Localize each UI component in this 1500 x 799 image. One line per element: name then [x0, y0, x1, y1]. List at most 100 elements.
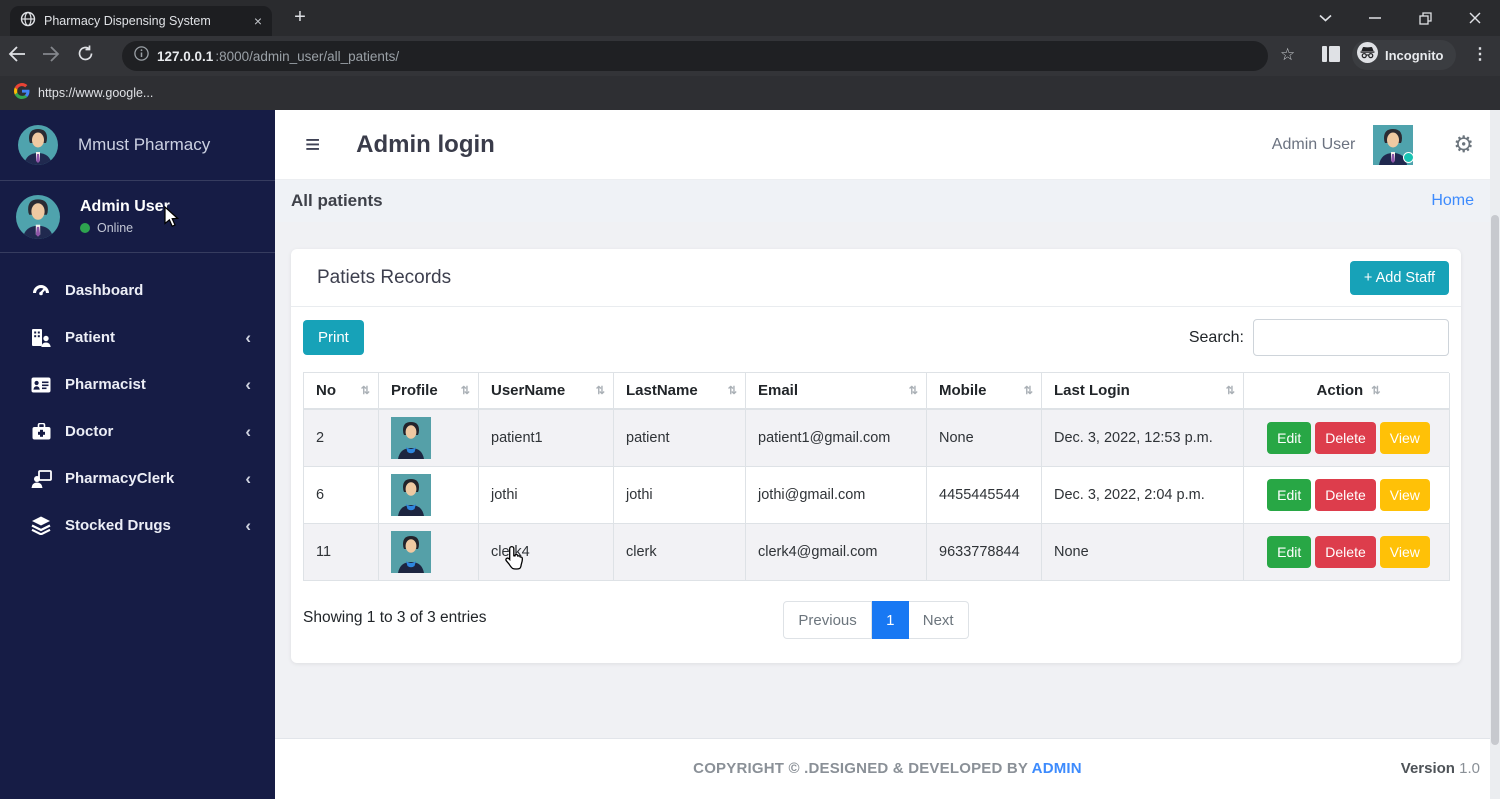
search-input[interactable]: [1253, 319, 1449, 356]
window-chevron-icon[interactable]: [1300, 0, 1350, 36]
sidebar-item-patient[interactable]: Patient ‹: [0, 314, 275, 361]
online-status-dot: [80, 223, 90, 233]
search-label: Search:: [1188, 328, 1244, 346]
profile-photo: [391, 474, 431, 516]
cell-lastname: jothi: [614, 467, 746, 524]
hamburger-icon[interactable]: ≡: [305, 129, 320, 160]
new-tab-button[interactable]: +: [286, 4, 314, 32]
page-info-icon[interactable]: [134, 46, 149, 66]
page-scrollbar[interactable]: [1490, 110, 1500, 799]
edit-button[interactable]: Edit: [1267, 536, 1312, 568]
footer-admin-link[interactable]: ADMIN: [1032, 760, 1082, 777]
brand-name: Mmust Pharmacy: [78, 135, 211, 154]
window-close-icon[interactable]: [1450, 0, 1500, 36]
forward-icon[interactable]: [34, 45, 68, 67]
hospital-user-icon: [30, 328, 52, 347]
sidebar-user: Admin User Online: [0, 181, 275, 253]
bookmark-item[interactable]: https://www.google...: [38, 86, 153, 100]
sidebar-item-label: Doctor: [65, 423, 114, 440]
bookmark-star-icon[interactable]: ☆: [1280, 45, 1295, 65]
breadcrumb-home-link[interactable]: Home: [1431, 192, 1474, 210]
back-icon[interactable]: [0, 45, 34, 67]
column-header-no[interactable]: No ⇅: [304, 373, 379, 410]
browser-toolbar: 127.0.0.1:8000/admin_user/all_patients/ …: [0, 36, 1500, 76]
header-avatar[interactable]: [1373, 124, 1415, 165]
cell-username: patient1: [479, 410, 614, 467]
edit-button[interactable]: Edit: [1267, 479, 1312, 511]
url-bar[interactable]: 127.0.0.1:8000/admin_user/all_patients/: [122, 41, 1268, 71]
main-content: ≡ Admin login Admin User ⚙ All patients …: [275, 110, 1500, 799]
delete-button[interactable]: Delete: [1315, 536, 1376, 568]
chevron-left-icon: ‹: [245, 515, 251, 535]
pagination-next[interactable]: Next: [908, 601, 969, 639]
sidebar-item-pharmacyclerk[interactable]: PharmacyClerk ‹: [0, 455, 275, 502]
sidebar-item-label: Patient: [65, 329, 116, 346]
side-panel-icon[interactable]: [1322, 46, 1340, 67]
sidebar-item-label: Stocked Drugs: [65, 517, 171, 534]
column-header-lastlogin[interactable]: Last Login ⇅: [1042, 373, 1244, 410]
delete-button[interactable]: Delete: [1315, 479, 1376, 511]
sort-icon: ⇅: [595, 385, 605, 397]
tab-close-icon[interactable]: ×: [254, 13, 262, 29]
browser-menu-icon[interactable]: ⋮: [1472, 44, 1488, 64]
gear-icon[interactable]: ⚙: [1453, 131, 1474, 158]
chevron-left-icon: ‹: [245, 327, 251, 347]
card-title: Patiets Records: [317, 266, 452, 288]
cell-lastlogin: Dec. 3, 2022, 2:04 p.m.: [1042, 467, 1244, 524]
cell-no: 6: [304, 467, 379, 524]
sort-icon: ⇅: [1023, 385, 1033, 397]
bookmarks-bar: https://www.google...: [0, 76, 1500, 110]
pagination-page-1[interactable]: 1: [871, 601, 909, 639]
sidebar-brand[interactable]: Mmust Pharmacy: [0, 110, 275, 181]
delete-button[interactable]: Delete: [1315, 422, 1376, 454]
dashboard-icon: [30, 282, 52, 300]
sort-icon: ⇅: [908, 385, 918, 397]
view-button[interactable]: View: [1379, 536, 1430, 568]
cell-profile: [379, 467, 479, 524]
view-button[interactable]: View: [1379, 422, 1430, 454]
column-header-lastname[interactable]: LastName ⇅: [614, 373, 746, 410]
column-header-action[interactable]: Action ⇅: [1244, 373, 1450, 410]
add-staff-button[interactable]: + Add Staff: [1349, 260, 1449, 295]
table-row: 11 clerk4 clerk clerk4@gmail.com 9633778…: [304, 524, 1450, 581]
cell-email: clerk4@gmail.com: [746, 524, 927, 581]
window-restore-icon[interactable]: [1400, 0, 1450, 36]
reload-icon[interactable]: [68, 45, 102, 67]
pagination-previous[interactable]: Previous: [783, 601, 872, 639]
cell-email: jothi@gmail.com: [746, 467, 927, 524]
scrollbar-thumb[interactable]: [1491, 215, 1499, 745]
chevron-left-icon: ‹: [245, 421, 251, 441]
print-button[interactable]: Print: [303, 320, 364, 355]
browser-tab[interactable]: Pharmacy Dispensing System ×: [10, 6, 272, 36]
column-header-mobile[interactable]: Mobile ⇅: [927, 373, 1042, 410]
cell-profile: [379, 410, 479, 467]
incognito-badge: Incognito: [1352, 40, 1456, 70]
cell-lastlogin: Dec. 3, 2022, 12:53 p.m.: [1042, 410, 1244, 467]
id-card-icon: [30, 377, 52, 393]
profile-photo: [391, 531, 431, 573]
column-header-profile[interactable]: Profile ⇅: [379, 373, 479, 410]
page-title: Admin login: [356, 130, 495, 158]
column-header-username[interactable]: UserName ⇅: [479, 373, 614, 410]
sidebar-item-pharmacist[interactable]: Pharmacist ‹: [0, 361, 275, 408]
sidebar-item-dashboard[interactable]: Dashboard: [0, 267, 275, 314]
column-header-email[interactable]: Email ⇅: [746, 373, 927, 410]
sidebar-item-doctor[interactable]: Doctor ‹: [0, 408, 275, 455]
sort-icon: ⇅: [460, 385, 470, 397]
cell-lastlogin: None: [1042, 524, 1244, 581]
header-online-dot: [1403, 151, 1415, 163]
brand-avatar: [18, 125, 58, 165]
cell-lastname: patient: [614, 410, 746, 467]
incognito-label: Incognito: [1385, 47, 1444, 63]
view-button[interactable]: View: [1379, 479, 1430, 511]
window-minimize-icon[interactable]: [1350, 0, 1400, 36]
sidebar-item-stocked-drugs[interactable]: Stocked Drugs ‹: [0, 502, 275, 549]
layers-icon: [30, 516, 52, 535]
tab-title: Pharmacy Dispensing System: [44, 14, 211, 28]
google-favicon-icon: [13, 82, 30, 104]
incognito-icon: [1357, 42, 1378, 68]
cell-actions: Edit Delete View: [1244, 524, 1450, 581]
sidebar-item-label: PharmacyClerk: [65, 470, 175, 487]
edit-button[interactable]: Edit: [1267, 422, 1312, 454]
footer-version: Version 1.0: [1400, 760, 1480, 777]
